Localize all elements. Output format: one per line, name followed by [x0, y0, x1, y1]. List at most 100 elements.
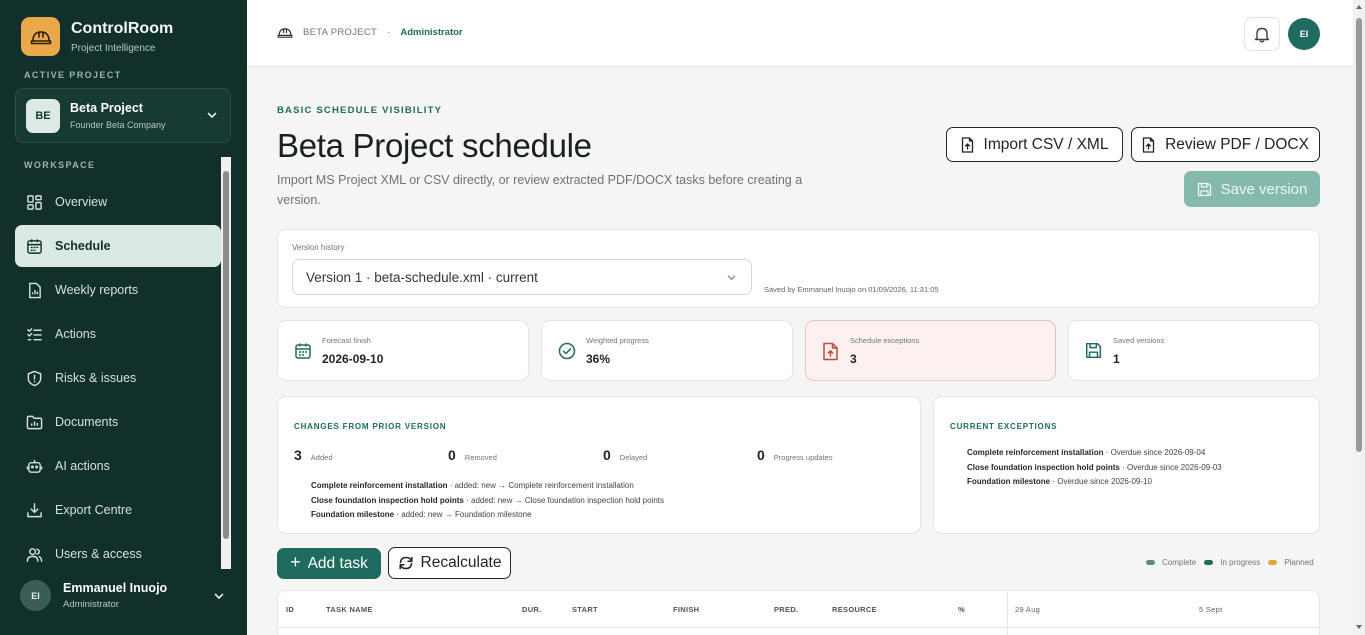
- save-icon: [1197, 182, 1211, 196]
- download-icon: [27, 502, 42, 517]
- gantt-divider: [1007, 591, 1008, 635]
- sidebar-item-label: AI actions: [55, 459, 110, 473]
- count-value: 0: [757, 447, 765, 463]
- checklist-icon: [27, 327, 42, 340]
- chevron-down-icon: [207, 112, 217, 119]
- list-item: Close foundation inspection hold points …: [311, 495, 665, 505]
- legend-swatch: [1204, 560, 1214, 565]
- page-scrollbar-thumb[interactable]: [1356, 18, 1362, 452]
- topbar: BETA PROJECT · Administrator EI: [247, 0, 1353, 67]
- folder-icon: [26, 415, 43, 429]
- calendar-icon: [295, 343, 311, 359]
- avatar[interactable]: EI: [1288, 18, 1320, 50]
- column-header-id[interactable]: ID: [286, 605, 294, 614]
- count-label: Delayed: [619, 453, 648, 462]
- scroll-up-arrow-icon[interactable]: [1356, 5, 1362, 9]
- import-csv-xml-label: Import CSV / XML: [983, 135, 1109, 153]
- column-header-resource[interactable]: RESOURCE: [832, 605, 877, 614]
- chevron-down-icon: [727, 275, 736, 281]
- column-header-start[interactable]: START: [572, 605, 598, 614]
- hardhat-icon: [21, 17, 60, 56]
- page-description: Import MS Project XML or CSV directly, o…: [277, 173, 803, 207]
- count-progress-updates: 0 Progress updates: [757, 447, 833, 463]
- bell-icon: [1254, 27, 1270, 42]
- breadcrumb: BETA PROJECT · Administrator: [277, 26, 463, 39]
- user-role: Administrator: [63, 599, 119, 610]
- timeline-date: 5 Sept: [1199, 605, 1223, 614]
- sidebar-item-overview[interactable]: Overview: [15, 181, 221, 223]
- sidebar-scrollbar-thumb[interactable]: [223, 171, 229, 539]
- brand[interactable]: ControlRoom Project Intelligence: [21, 17, 173, 56]
- stat-label: Saved versions: [1113, 336, 1165, 345]
- sidebar-item-label: Schedule: [55, 239, 111, 253]
- add-task-button[interactable]: + Add task: [277, 548, 381, 579]
- stat-weighted-progress: Weighted progress 36%: [541, 320, 793, 381]
- import-csv-xml-button[interactable]: Import CSV / XML: [946, 127, 1123, 162]
- count-label: Removed: [464, 453, 497, 462]
- review-pdf-docx-button[interactable]: Review PDF / DOCX: [1131, 127, 1320, 162]
- recalculate-button[interactable]: Recalculate: [388, 547, 511, 579]
- version-history-card: Version history Version 1 · beta-schedul…: [277, 229, 1320, 308]
- list-item: Foundation milestone · added: new → Foun…: [311, 510, 532, 519]
- sidebar-item-schedule[interactable]: Schedule: [15, 225, 221, 267]
- notifications-button[interactable]: [1244, 17, 1280, 51]
- stat-label: Forecast finish: [322, 336, 371, 345]
- file-import-icon: [961, 136, 973, 153]
- column-header-percent[interactable]: %: [958, 605, 965, 614]
- save-version-button[interactable]: Save version: [1184, 171, 1320, 207]
- legend-in-progress: In progress: [1204, 558, 1260, 567]
- file-review-icon: [1142, 136, 1155, 153]
- sidebar-item-label: Weekly reports: [55, 283, 139, 297]
- schedule-table: ID TASK NAME DUR. START FINISH PRED. RES…: [277, 590, 1320, 635]
- project-name: Beta Project: [70, 101, 143, 115]
- list-item: Complete reinforcement installation · Ov…: [967, 448, 1206, 457]
- sidebar-item-users-access[interactable]: Users & access: [15, 533, 221, 575]
- recalculate-label: Recalculate: [420, 554, 502, 571]
- count-added: 3 Added: [294, 447, 332, 463]
- stat-forecast-finish: Forecast finish 2026-09-10: [277, 320, 529, 381]
- sidebar-item-label: Users & access: [55, 547, 142, 561]
- column-header-predecessors[interactable]: PRED.: [774, 605, 798, 614]
- column-header-task-name[interactable]: TASK NAME: [326, 605, 373, 614]
- list-item: Close foundation inspection hold points …: [967, 462, 1222, 472]
- version-saved-by: Saved by Emmanuel Inuojo on 01/09/2026, …: [764, 285, 939, 294]
- column-header-duration[interactable]: DUR.: [522, 605, 542, 614]
- sidebar-item-weekly-reports[interactable]: Weekly reports: [15, 269, 221, 311]
- page-eyebrow: BASIC SCHEDULE VISIBILITY: [277, 105, 443, 116]
- version-select[interactable]: Version 1 · beta-schedule.xml · current: [292, 259, 752, 295]
- sidebar-item-documents[interactable]: Documents: [15, 401, 221, 443]
- sidebar-item-ai-actions[interactable]: AI actions: [15, 445, 221, 487]
- stat-label: Weighted progress: [586, 336, 649, 345]
- breadcrumb-project[interactable]: BETA PROJECT: [303, 27, 377, 38]
- sidebar-item-risks-issues[interactable]: Risks & issues: [15, 357, 221, 399]
- user-menu[interactable]: EI Emmanuel Inuojo Administrator: [20, 580, 230, 611]
- count-removed: 0 Removed: [448, 447, 497, 463]
- scroll-down-arrow-icon[interactable]: [1356, 625, 1362, 629]
- legend-swatch: [1146, 560, 1155, 565]
- avatar: EI: [20, 580, 51, 611]
- sidebar-nav: Overview Schedule Weekly reports Actions…: [15, 181, 221, 577]
- version-select-value: Version 1 · beta-schedule.xml · current: [306, 269, 538, 285]
- sidebar-scrollbar[interactable]: [221, 157, 231, 569]
- column-header-finish[interactable]: FINISH: [673, 605, 699, 614]
- breadcrumb-role: Administrator: [400, 27, 463, 38]
- project-switcher[interactable]: BE Beta Project Founder Beta Company: [15, 88, 231, 143]
- active-project-label: ACTIVE PROJECT: [24, 70, 122, 80]
- stat-value: 3: [850, 352, 857, 366]
- sidebar-item-label: Risks & issues: [55, 371, 137, 385]
- brand-name: ControlRoom: [71, 19, 174, 37]
- sidebar-item-export-centre[interactable]: Export Centre: [15, 489, 221, 531]
- brand-subtitle: Project Intelligence: [71, 42, 156, 54]
- save-icon: [1085, 342, 1102, 359]
- legend-planned: Planned: [1268, 558, 1314, 567]
- stat-schedule-exceptions: Schedule exceptions 3: [805, 320, 1056, 381]
- hardhat-icon: [277, 28, 293, 38]
- version-history-label: Version history: [292, 243, 345, 252]
- page-scrollbar[interactable]: [1353, 0, 1365, 635]
- main-content: BASIC SCHEDULE VISIBILITY Beta Project s…: [247, 67, 1353, 635]
- exceptions-title: CURRENT EXCEPTIONS: [950, 422, 1058, 431]
- sidebar-item-actions[interactable]: Actions: [15, 313, 221, 355]
- plus-icon: +: [290, 552, 301, 572]
- refresh-icon: [398, 556, 413, 570]
- timeline-date: 29 Aug: [1015, 605, 1041, 614]
